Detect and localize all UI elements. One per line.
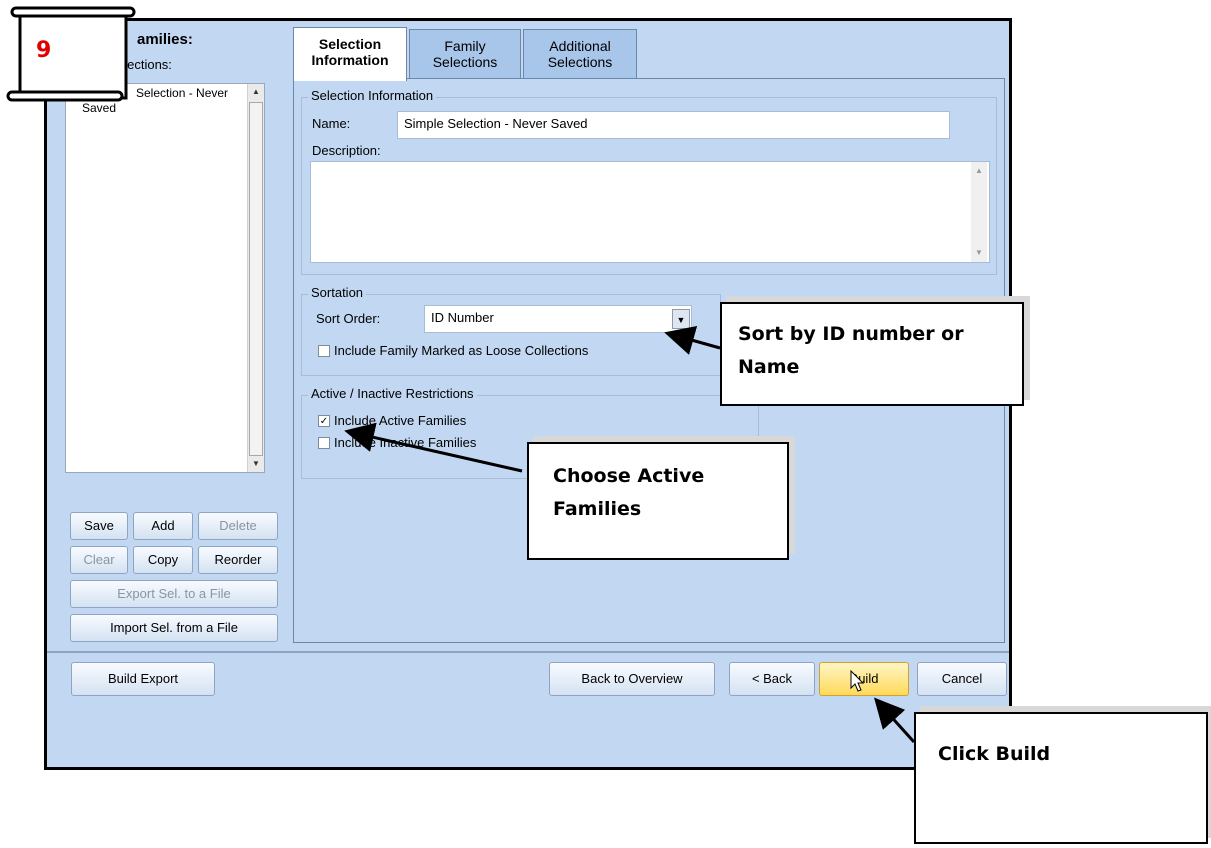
tab-label-line2: Information xyxy=(311,52,389,68)
tab-label-line1: Selection xyxy=(318,36,382,52)
active-arrow xyxy=(344,422,523,473)
sort-arrow xyxy=(664,326,721,355)
build-arrow xyxy=(873,697,916,744)
annotation-arrows xyxy=(344,326,916,744)
tab-selection-information[interactable]: Selection Information xyxy=(293,27,407,81)
